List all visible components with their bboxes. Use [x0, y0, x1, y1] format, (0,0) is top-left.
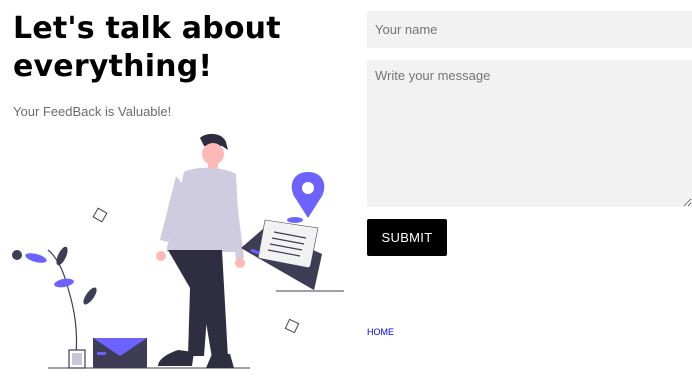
open-envelope-icon [241, 219, 322, 290]
name-input[interactable] [367, 11, 692, 48]
contact-illustration [12, 133, 344, 369]
page-title: Let's talk about everything! [13, 10, 343, 86]
person-figure [156, 133, 245, 368]
floating-square-icon [284, 318, 300, 334]
title-line-2: everything! [13, 49, 213, 84]
map-pin-icon [287, 172, 325, 223]
page-subtitle: Your FeedBack is Valuable! [13, 104, 172, 119]
submit-button[interactable]: SUBMIT [367, 219, 447, 256]
title-line-1: Let's talk about [13, 11, 281, 46]
home-link[interactable]: HOME [367, 327, 394, 337]
plant-icon [12, 246, 97, 369]
envelope-icon [93, 338, 147, 368]
message-textarea[interactable] [367, 60, 692, 207]
floating-square-icon [92, 207, 108, 223]
